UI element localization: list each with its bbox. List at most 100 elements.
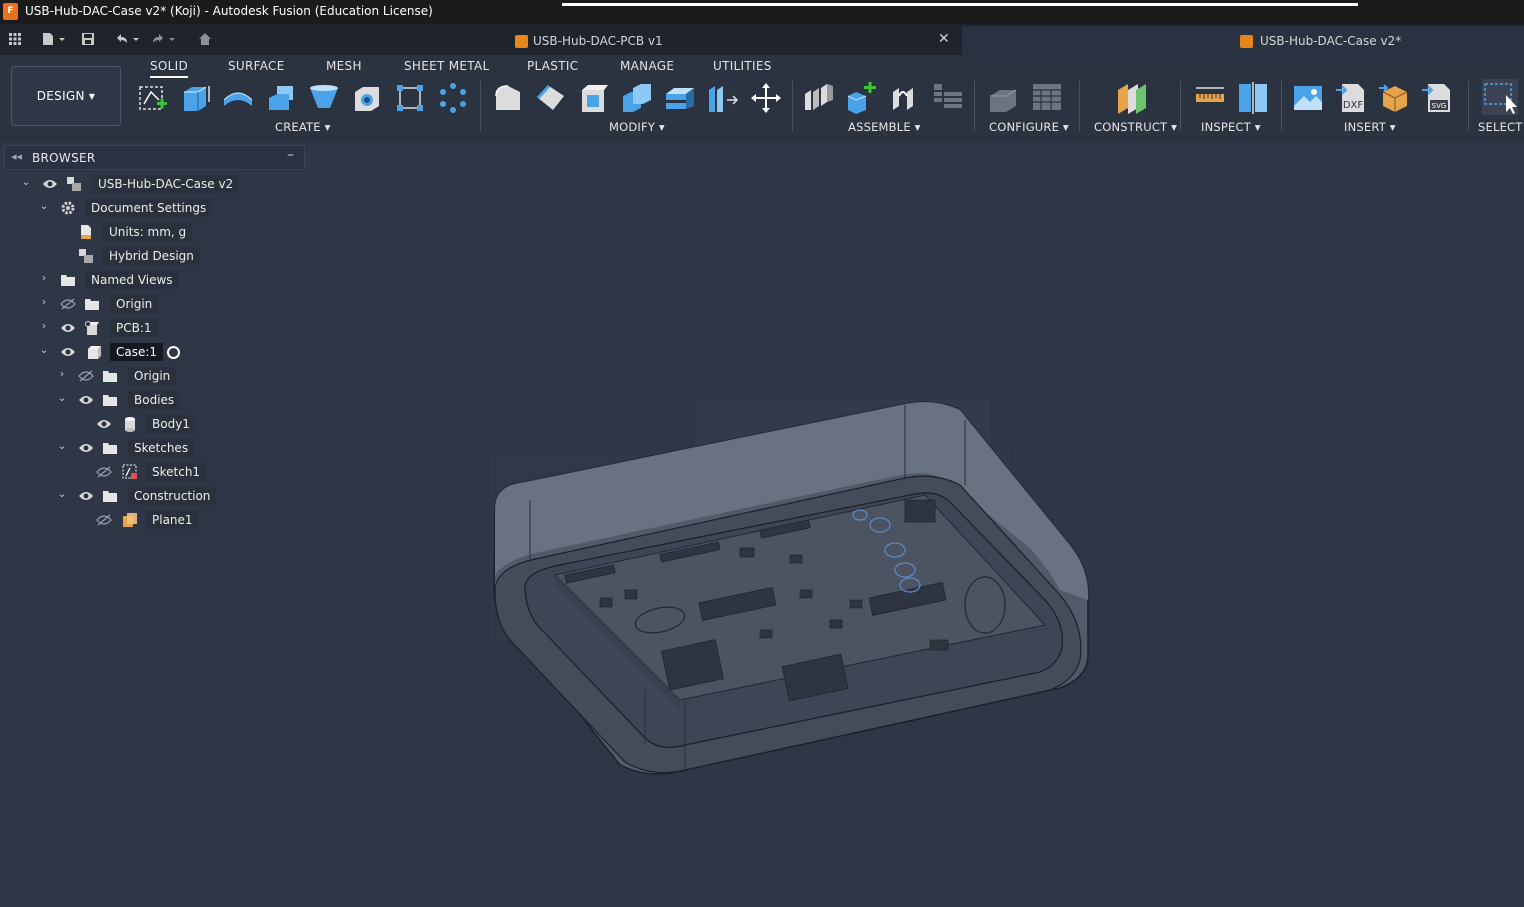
tab-utilities[interactable]: UTILITIES xyxy=(713,59,772,73)
move-copy-icon[interactable] xyxy=(750,82,782,114)
tree-item-document-settings[interactable]: ⌄ Document Settings xyxy=(18,198,318,218)
workspace-switcher-button[interactable]: DESIGN ▾ xyxy=(11,66,121,126)
eye-icon[interactable] xyxy=(78,490,94,502)
tree-item-sketch1[interactable]: Sketch1 xyxy=(18,462,318,482)
group-inspect[interactable]: INSPECT ▾ xyxy=(1201,120,1261,134)
tree-item-pcb[interactable]: › PCB:1 xyxy=(18,318,318,338)
press-pull-icon[interactable] xyxy=(492,82,524,114)
group-assemble[interactable]: ASSEMBLE ▾ xyxy=(848,120,921,134)
revolve-icon[interactable] xyxy=(222,82,254,114)
circular-pattern-icon[interactable] xyxy=(437,82,469,114)
activate-component-icon[interactable] xyxy=(167,346,180,359)
file-icon[interactable] xyxy=(40,32,68,48)
eye-icon[interactable] xyxy=(60,322,76,334)
browser-title: BROWSER xyxy=(32,151,96,165)
group-configure[interactable]: CONFIGURE ▾ xyxy=(989,120,1069,134)
tab-usb-hub-dac-case[interactable]: USB-Hub-DAC-Case v2* xyxy=(962,26,1524,55)
chevron-down-icon[interactable]: ⌄ xyxy=(56,441,68,452)
create-sketch-icon[interactable] xyxy=(137,82,169,114)
measure-icon[interactable] xyxy=(1194,82,1226,114)
eye-hidden-icon[interactable] xyxy=(96,514,112,526)
chevron-right-icon[interactable]: › xyxy=(38,273,50,284)
tab-mesh[interactable]: MESH xyxy=(326,59,362,73)
tab-manage[interactable]: MANAGE xyxy=(620,59,674,73)
eye-icon[interactable] xyxy=(60,346,76,358)
tab-surface[interactable]: SURFACE xyxy=(228,59,285,73)
chevron-right-icon[interactable]: › xyxy=(38,321,50,332)
ribbon-divider xyxy=(1180,81,1181,131)
chevron-down-icon[interactable]: ⌄ xyxy=(56,393,68,404)
chevron-down-icon[interactable]: ⌄ xyxy=(38,345,50,356)
collapse-browser-icon[interactable]: ◂◂ xyxy=(11,150,22,163)
document-icon xyxy=(81,225,91,239)
new-component-icon[interactable] xyxy=(846,82,878,114)
eye-icon[interactable] xyxy=(78,394,94,406)
tab-sheet-metal[interactable]: SHEET METAL xyxy=(404,59,489,73)
save-icon[interactable] xyxy=(80,32,96,48)
home-icon[interactable] xyxy=(197,32,213,48)
offset-plane-icon[interactable] xyxy=(1116,82,1148,114)
eye-hidden-icon[interactable] xyxy=(60,298,76,310)
tree-item-case[interactable]: ⌄ Case:1 xyxy=(18,342,318,362)
configure-design-icon[interactable] xyxy=(988,82,1020,114)
insert-mesh-icon[interactable] xyxy=(1379,82,1411,114)
bill-of-materials-icon[interactable] xyxy=(932,82,964,114)
body-cylinder-icon xyxy=(125,417,135,432)
group-modify[interactable]: MODIFY ▾ xyxy=(609,120,665,134)
fillet-icon[interactable] xyxy=(535,82,567,114)
tree-item-bodies[interactable]: ⌄ Bodies xyxy=(18,390,318,410)
tab-plastic[interactable]: PLASTIC xyxy=(527,59,578,73)
insert-dxf-icon[interactable]: DXF xyxy=(1336,82,1368,114)
hole-icon[interactable] xyxy=(351,82,383,114)
tree-item-case-origin[interactable]: › Origin xyxy=(18,366,318,386)
tree-item-label: Units: mm, g xyxy=(103,223,193,241)
section-analysis-icon[interactable] xyxy=(1237,82,1269,114)
tree-item-construction[interactable]: ⌄ Construction xyxy=(18,486,318,506)
grid-icon[interactable] xyxy=(7,32,23,48)
tree-item-body1[interactable]: Body1 xyxy=(18,414,318,434)
eye-hidden-icon[interactable] xyxy=(96,466,112,478)
split-body-icon[interactable] xyxy=(707,82,739,114)
eye-icon[interactable] xyxy=(78,442,94,454)
chevron-right-icon[interactable]: › xyxy=(56,369,68,380)
eye-icon[interactable] xyxy=(96,418,112,430)
insert-svg-icon[interactable]: SVG xyxy=(1422,82,1454,114)
group-create[interactable]: CREATE ▾ xyxy=(275,120,331,134)
redo-icon[interactable] xyxy=(150,32,178,48)
chevron-down-icon[interactable]: ⌄ xyxy=(20,177,32,188)
sweep-icon[interactable] xyxy=(265,82,297,114)
tab-usb-hub-dac-pcb[interactable]: USB-Hub-DAC-PCB v1 xyxy=(505,26,960,55)
group-insert[interactable]: INSERT ▾ xyxy=(1344,120,1396,134)
select-window-icon[interactable] xyxy=(1482,79,1518,115)
tree-item-units[interactable]: Units: mm, g xyxy=(18,222,318,242)
rectangular-pattern-icon[interactable] xyxy=(394,82,426,114)
extrude-icon[interactable] xyxy=(180,82,212,114)
joint-icon[interactable] xyxy=(803,82,835,114)
insert-canvas-icon[interactable] xyxy=(1292,82,1324,114)
tree-item-root[interactable]: ⌄ USB-Hub-DAC-Case v2 xyxy=(18,174,318,194)
eye-hidden-icon[interactable] xyxy=(78,370,94,382)
tree-item-sketches[interactable]: ⌄ Sketches xyxy=(18,438,318,458)
close-tab-icon[interactable]: ✕ xyxy=(938,31,950,47)
shell-icon[interactable] xyxy=(578,82,610,114)
minimize-browser-icon[interactable]: – xyxy=(287,147,294,163)
offset-face-icon[interactable] xyxy=(664,82,696,114)
loft-icon[interactable] xyxy=(308,82,340,114)
linked-component-icon xyxy=(85,321,99,335)
tree-item-hybrid-design[interactable]: Hybrid Design xyxy=(18,246,318,266)
group-construct[interactable]: CONSTRUCT ▾ xyxy=(1094,120,1177,134)
browser-panel-header[interactable]: ◂◂ BROWSER – xyxy=(4,145,305,170)
group-select[interactable]: SELECT ▾ xyxy=(1478,120,1524,134)
chevron-down-icon[interactable]: ⌄ xyxy=(56,489,68,500)
tab-solid[interactable]: SOLID xyxy=(150,59,189,78)
as-built-joint-icon[interactable] xyxy=(889,82,921,114)
eye-icon[interactable] xyxy=(42,178,58,190)
chevron-right-icon[interactable]: › xyxy=(38,297,50,308)
tree-item-plane1[interactable]: Plane1 xyxy=(18,510,318,530)
configuration-table-icon[interactable] xyxy=(1031,82,1063,114)
tree-item-named-views[interactable]: › Named Views xyxy=(18,270,318,290)
undo-icon[interactable] xyxy=(114,32,142,48)
chevron-down-icon[interactable]: ⌄ xyxy=(38,201,50,212)
combine-icon[interactable] xyxy=(621,82,653,114)
tree-item-origin[interactable]: › Origin xyxy=(18,294,318,314)
